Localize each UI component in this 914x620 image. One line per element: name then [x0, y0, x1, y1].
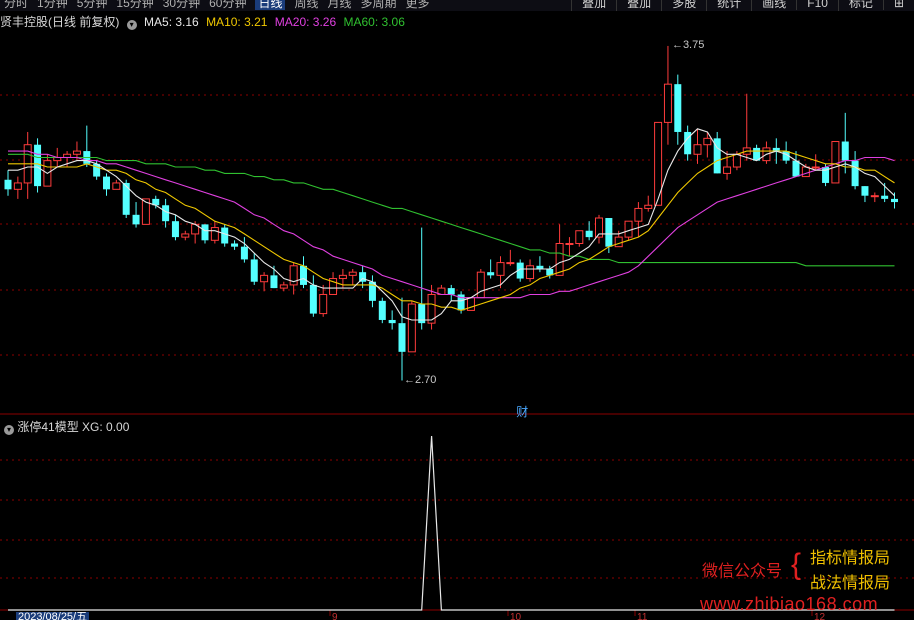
- candle-body: [496, 262, 505, 276]
- xg-signal-line: [8, 435, 895, 611]
- candle-body: [634, 207, 643, 222]
- candle-body: [4, 179, 12, 190]
- low-arrow-icon: ←: [404, 373, 415, 386]
- candle-body: [644, 204, 653, 209]
- candle-body: [398, 323, 406, 352]
- candle-body: [348, 271, 357, 276]
- high-arrow-icon: ←: [671, 38, 683, 51]
- candle-body: [221, 227, 229, 244]
- candle-body: [270, 275, 278, 289]
- watermark-brand2: 战法情报局: [810, 575, 891, 592]
- candle-body: [732, 153, 741, 168]
- candle-body: [132, 214, 140, 225]
- candle-body: [565, 242, 574, 245]
- candle-body: [309, 284, 317, 314]
- high-price-label: ←3.75: [671, 38, 705, 51]
- candle-body: [279, 284, 288, 289]
- kline-chart[interactable]: 9 10 11 12: [0, 0, 914, 620]
- watermark-brand1: 指标情报局: [810, 550, 891, 567]
- candle-body: [240, 246, 248, 260]
- candle-body: [811, 166, 820, 169]
- candle-body: [260, 274, 269, 283]
- candle-body: [841, 141, 849, 161]
- candle-body: [526, 265, 535, 280]
- xg-value: XG: 0.00: [82, 420, 130, 434]
- candle-body: [555, 242, 564, 276]
- candle-body: [506, 262, 515, 265]
- candle-body: [231, 243, 239, 247]
- candle-body: [162, 205, 170, 222]
- x-tick-label-1: 10: [510, 612, 522, 620]
- candle-body: [870, 195, 879, 198]
- candle-body: [338, 274, 347, 280]
- candle-body: [723, 166, 732, 174]
- indicator-legend: ▾ 涨停41模型 XG: 0.00: [4, 418, 129, 435]
- indicator-name[interactable]: 涨停41模型: [17, 420, 78, 434]
- candle-body: [181, 233, 190, 238]
- date-indicator: 2023/08/25/五: [16, 612, 90, 620]
- candle-body: [171, 221, 179, 238]
- candle-body: [605, 218, 613, 247]
- x-tick-label-2: 11: [637, 612, 648, 620]
- candle-body: [476, 271, 485, 299]
- candle-body: [674, 84, 682, 132]
- candle-body: [34, 144, 42, 187]
- candle-body: [693, 144, 702, 155]
- candle-body: [13, 182, 22, 190]
- candle-body: [447, 288, 455, 295]
- candle-body: [487, 272, 495, 276]
- watermark-url: www.zhibiao168.com: [700, 594, 879, 614]
- watermark-brace-icon: {: [791, 548, 802, 581]
- candle-body: [72, 150, 81, 155]
- candle-body: [585, 230, 593, 238]
- low-price-label: ←2.70: [404, 373, 437, 386]
- candle-body: [891, 198, 898, 203]
- candle-body: [861, 186, 869, 196]
- ma60-line: [8, 153, 895, 267]
- candle-body: [388, 319, 396, 324]
- candle-body: [703, 137, 712, 146]
- candle-body: [201, 224, 209, 241]
- candle-body: [210, 227, 219, 241]
- candle-body: [792, 160, 800, 177]
- candle-body: [575, 230, 584, 244]
- candle-body: [122, 182, 130, 215]
- candle-body: [624, 220, 633, 238]
- candle-body: [378, 300, 386, 320]
- x-tick-label-0: 9: [332, 612, 338, 620]
- indicator-settings-circle-icon[interactable]: ▾: [4, 425, 14, 435]
- candle-body: [103, 176, 110, 190]
- candle-body: [407, 303, 416, 353]
- finance-marker-icon[interactable]: 财: [516, 403, 528, 420]
- candle-body: [881, 195, 889, 199]
- candle-body: [801, 166, 810, 178]
- candle-body: [663, 83, 672, 123]
- candle-body: [112, 182, 121, 190]
- candle-body: [614, 236, 623, 248]
- candle-body: [851, 160, 859, 187]
- candle-body: [831, 141, 840, 184]
- candle-body: [319, 293, 328, 315]
- candle-body: [250, 259, 258, 282]
- candle-body: [300, 265, 307, 285]
- watermark-wechat: 微信公众号: [702, 563, 783, 580]
